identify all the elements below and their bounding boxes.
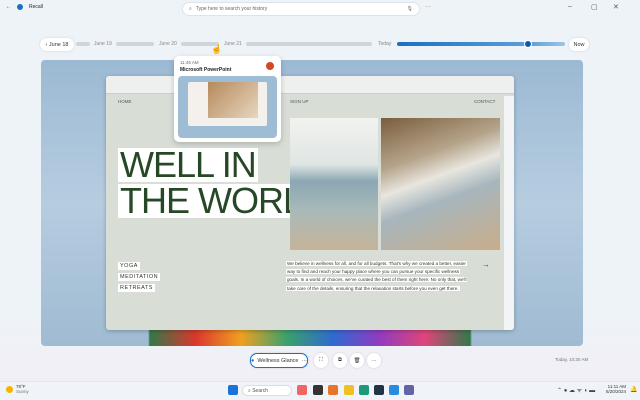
browser-sidebar	[504, 96, 514, 330]
more-options-button[interactable]: ···	[425, 4, 431, 10]
browser-toolbar	[106, 76, 514, 94]
system-tray-icons[interactable]: ⌃ ● ☁ ᯤ ◖ ▬	[557, 386, 595, 394]
powerpoint-icon	[266, 62, 274, 70]
focus-button[interactable]: ⛶	[314, 353, 328, 368]
recall-logo-icon	[17, 4, 23, 10]
headline-line: WELL IN	[118, 144, 258, 185]
copy-button[interactable]: ⧉	[333, 353, 347, 368]
paragraph-line: take care of the details, ensuring that …	[286, 285, 460, 291]
search-placeholder: Type here to search your history	[195, 6, 268, 12]
timeline-back-button[interactable]: ‹ June 18	[40, 38, 74, 51]
timeline-label: June 20	[159, 41, 177, 47]
yoga-group-image	[381, 118, 500, 250]
timeline-slider-thumb[interactable]	[524, 40, 532, 48]
clock[interactable]: 11:11 AM 6/20/2024	[606, 384, 626, 394]
timeline-label: June 21	[224, 41, 242, 47]
location-icon: ●	[251, 357, 255, 364]
trash-icon: 🗑	[353, 357, 361, 364]
snapshot-timestamp: Today, 10:30 AM	[555, 357, 589, 362]
microphone-icon[interactable]: 🎙	[407, 6, 413, 12]
context-button[interactable]: ● Wellness Glance ···	[250, 353, 308, 368]
title-bar: ← Recall	[6, 4, 43, 10]
timeline-label: Today	[378, 41, 392, 47]
popup-time: 11:45 AM	[180, 60, 199, 65]
taskbar-search[interactable]: ⌕ Search	[242, 385, 292, 396]
timeline-hover-card[interactable]: 11:45 AM Microsoft PowerPoint	[174, 56, 281, 142]
copy-icon: ⧉	[338, 357, 342, 363]
weather-desc: Sunny	[16, 389, 29, 394]
popup-app: Microsoft PowerPoint	[180, 67, 232, 73]
nav-contact[interactable]: CONTACT	[474, 99, 495, 104]
arrow-right-icon[interactable]: →	[482, 260, 490, 269]
file-explorer-icon[interactable]	[344, 385, 354, 395]
maximize-button[interactable]: ▢	[591, 3, 598, 11]
meditation-image	[290, 118, 378, 250]
timeline-segment[interactable]	[76, 42, 90, 46]
intro-paragraph: We believe in wellness for all, and for …	[286, 260, 476, 293]
timeline-label: June 19	[94, 41, 112, 47]
clock-date: 6/20/2024	[606, 389, 627, 394]
search-input[interactable]: ⌕ Type here to search your history 🎙	[182, 2, 420, 16]
minimize-button[interactable]: –	[568, 3, 572, 10]
taskbar-search-label: Search	[252, 388, 269, 394]
close-button[interactable]: ✕	[613, 3, 619, 11]
now-button[interactable]: Now	[569, 38, 589, 51]
menu-meditation[interactable]: MEDITATION	[118, 273, 161, 281]
timeline-slider[interactable]	[397, 42, 565, 46]
task-view-icon[interactable]	[313, 385, 323, 395]
search-icon: ⌕	[189, 6, 192, 12]
menu-yoga[interactable]: YOGA	[118, 262, 140, 270]
timeline-back-label: June 18	[48, 41, 69, 48]
context-more: ···	[301, 357, 308, 364]
start-icon[interactable]	[228, 385, 238, 395]
focus-icon: ⛶	[319, 357, 323, 363]
browser-window: HOME SIGN UP CONTACT WELL IN THE WORLD Y…	[106, 76, 514, 330]
weather-widget[interactable]: 78°F Sunny	[16, 384, 29, 394]
back-button[interactable]: ←	[6, 4, 11, 10]
timeline-segment[interactable]	[116, 42, 154, 46]
paragraph-line: goals. In a world of choices, we've cura…	[286, 277, 468, 283]
app-title: Recall	[29, 4, 43, 10]
nav-signup[interactable]: SIGN UP	[290, 99, 309, 104]
hand-cursor-icon: ☝	[211, 44, 223, 54]
store-icon[interactable]	[374, 385, 384, 395]
widgets-icon[interactable]	[297, 385, 307, 395]
timeline-segment[interactable]	[246, 42, 372, 46]
teams-icon[interactable]	[404, 385, 414, 395]
delete-button[interactable]: 🗑	[350, 353, 364, 368]
more-button[interactable]: ···	[367, 353, 381, 368]
nav-home[interactable]: HOME	[118, 99, 132, 104]
recall-taskbar-icon[interactable]	[389, 385, 399, 395]
context-label: Wellness Glance	[257, 357, 299, 364]
paragraph-line: We believe in wellness for all, and for …	[286, 261, 467, 266]
site-menu: YOGA MEDITATION RETREATS	[118, 262, 161, 295]
weather-icon[interactable]	[6, 386, 13, 393]
popup-thumbnail	[178, 76, 277, 138]
edge-icon[interactable]	[359, 385, 369, 395]
paragraph-line: way to find and reach your happy place w…	[286, 269, 461, 275]
copilot-icon[interactable]	[328, 385, 338, 395]
snapshot-preview[interactable]: HOME SIGN UP CONTACT WELL IN THE WORLD Y…	[41, 60, 583, 346]
menu-retreats[interactable]: RETREATS	[118, 284, 155, 292]
notification-bell-icon[interactable]: 🔔	[630, 386, 637, 393]
